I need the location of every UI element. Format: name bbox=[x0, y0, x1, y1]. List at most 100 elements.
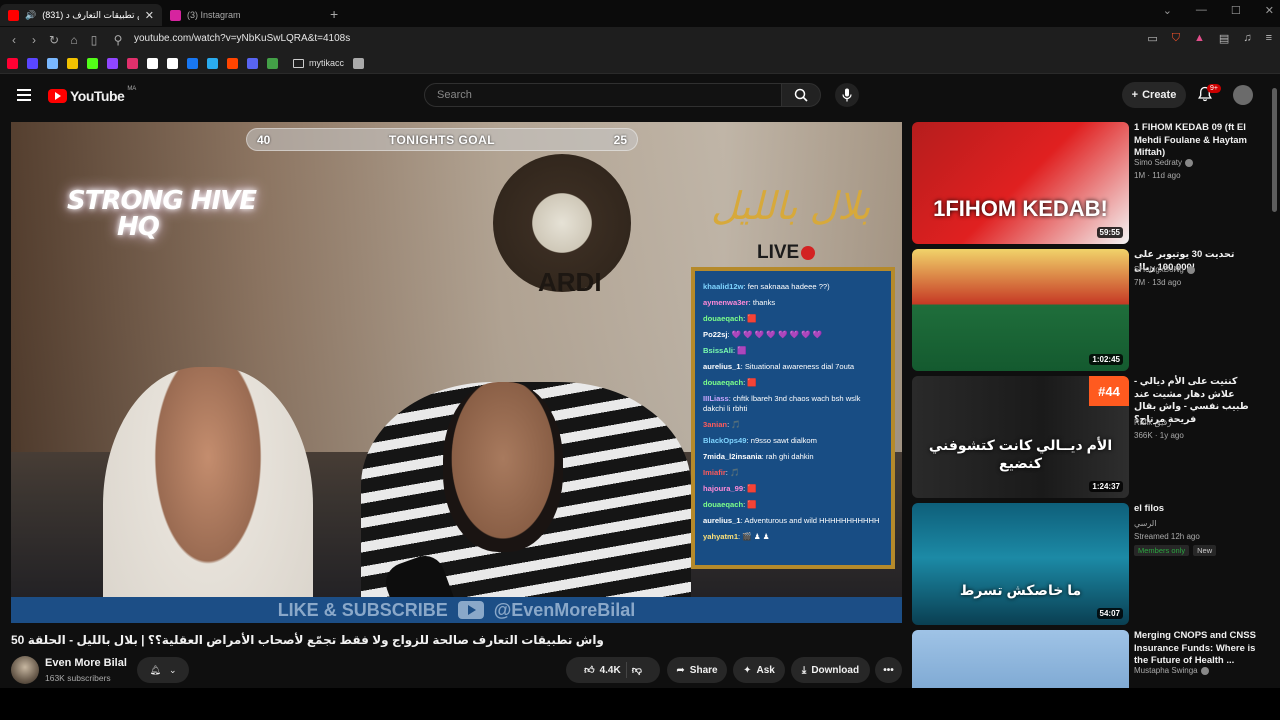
more-actions-button[interactable]: ••• bbox=[875, 657, 902, 683]
bookmark-icon[interactable] bbox=[147, 57, 158, 69]
chat-username: BlackOps49 bbox=[703, 436, 747, 445]
bookmark-icon[interactable] bbox=[107, 57, 118, 69]
youtube-play-icon bbox=[457, 601, 484, 619]
thumbs-up-icon: 👍︎ bbox=[584, 665, 595, 676]
chat-text: 🟥 bbox=[747, 378, 757, 387]
recommended-channel[interactable]: SHoNgxBoNg bbox=[1134, 265, 1195, 274]
video-thumbnail[interactable]: ما خاصكش تسرط 54:07 bbox=[912, 503, 1129, 625]
brave-shield-icon[interactable]: ⛉ bbox=[1172, 32, 1180, 45]
thumbnail-text: ما خاصكش تسرط bbox=[959, 582, 1082, 598]
hamburger-menu-icon[interactable] bbox=[17, 89, 31, 104]
bookmark-icon[interactable] bbox=[227, 57, 238, 69]
download-button[interactable]: ⤓ Download bbox=[791, 657, 870, 683]
create-button[interactable]: + Create bbox=[1122, 82, 1186, 108]
minimize-button[interactable]: — bbox=[1196, 4, 1207, 17]
video-thumbnail[interactable]: 1FIHOM KEDAB! 59:55 bbox=[912, 122, 1129, 244]
bookmark-folder[interactable]: mytikacc bbox=[293, 58, 344, 68]
neon-sign-line1: STRONG HIVE bbox=[67, 186, 257, 216]
chat-text: 💜 💜 💜 💜 💜 💜 💜 💜 bbox=[731, 330, 823, 339]
scrollbar-thumb[interactable] bbox=[1272, 88, 1277, 212]
bookmark-icon[interactable] bbox=[87, 57, 98, 69]
bookmark-icon[interactable] bbox=[187, 57, 198, 69]
speaker-icon[interactable]: 🔊 bbox=[25, 10, 36, 21]
bell-icon: 🔔︎ bbox=[149, 664, 161, 675]
toolbar-icons: ▭ ⛉ ▲ ▤ ♫ ≡ bbox=[1147, 32, 1272, 45]
youtube-logo[interactable]: YouTube MA bbox=[48, 86, 136, 104]
share-button[interactable]: ➦ Share bbox=[667, 657, 727, 683]
sidebar-icon[interactable]: ▤ bbox=[1219, 32, 1229, 45]
recommended-title[interactable]: 1 FIHOM KEDAB 09 (ft El Mehdi Foulane & … bbox=[1134, 122, 1262, 160]
close-tab-icon[interactable]: ✕ bbox=[145, 9, 154, 22]
reload-icon[interactable]: ↻ bbox=[44, 33, 64, 47]
chat-username: douaeqach bbox=[703, 500, 744, 509]
recommended-title[interactable]: el filos bbox=[1134, 503, 1262, 516]
back-icon[interactable]: ‹ bbox=[4, 33, 24, 47]
bookmark-icon[interactable]: ▯ bbox=[84, 33, 104, 47]
account-avatar[interactable] bbox=[1233, 85, 1253, 105]
notifications-dropdown-button[interactable]: 🔔︎ ⌄ bbox=[137, 657, 189, 683]
verified-check-icon bbox=[1200, 666, 1209, 675]
goal-label: TONIGHTS GOAL bbox=[388, 132, 496, 147]
ask-button[interactable]: ✦ Ask bbox=[733, 657, 785, 683]
home-icon[interactable]: ⌂ bbox=[64, 33, 84, 47]
share-icon: ➦ bbox=[676, 664, 685, 676]
maximize-button[interactable]: ☐ bbox=[1231, 4, 1241, 17]
chat-message: Po22sj: 💜 💜 💜 💜 💜 💜 💜 💜 bbox=[703, 330, 883, 340]
tab-search-icon[interactable]: ⌄ bbox=[1163, 4, 1172, 17]
chat-message: IIILiass: chftk lbareh 3nd chaos wach bs… bbox=[703, 394, 883, 414]
bookmark-icon[interactable] bbox=[27, 57, 38, 69]
menu-icon[interactable]: ≡ bbox=[1266, 32, 1272, 45]
recommended-video[interactable]: 1:02:45 تحديت 30 يوتيوبر على 100,000 ريال… bbox=[912, 249, 1272, 371]
recommended-channel[interactable]: Simo Sedraty bbox=[1134, 158, 1194, 167]
channel-avatar[interactable] bbox=[11, 656, 39, 684]
bookmark-icon[interactable] bbox=[67, 57, 78, 69]
bookmark-icon[interactable] bbox=[353, 57, 365, 69]
close-window-button[interactable]: ✕ bbox=[1265, 4, 1274, 17]
video-thumbnail[interactable]: الأم ديــالي كانت كتشوفني كنضيع #44 1:24:3… bbox=[912, 376, 1129, 498]
bookmark-icon[interactable] bbox=[267, 57, 278, 69]
recommended-channel[interactable]: Rafik رفيق bbox=[1134, 418, 1171, 427]
bookmark-icon[interactable] bbox=[7, 57, 18, 69]
search-button[interactable] bbox=[781, 83, 821, 107]
more-horizontal-icon: ••• bbox=[883, 664, 894, 676]
video-thumbnail[interactable]: 1:02:45 bbox=[912, 249, 1129, 371]
site-info-icon[interactable]: ⚲ bbox=[108, 33, 128, 47]
tab-youtube[interactable]: 🔊 (831) واش تطبيقات التعارف د... ✕ bbox=[0, 4, 162, 26]
video-player[interactable]: STRONG HIVE HQ ARDI بلال بالليل LIVE 40 … bbox=[11, 122, 902, 623]
bookmark-icon[interactable] bbox=[167, 57, 178, 69]
url-field[interactable]: youtube.com/watch?v=yNbKuSwLQRA&t=4108s bbox=[134, 33, 350, 44]
media-icon[interactable]: ♫ bbox=[1243, 32, 1251, 45]
recommended-channel[interactable]: Mustapha Swinga bbox=[1134, 666, 1209, 675]
bookmark-icon[interactable] bbox=[247, 57, 258, 69]
voice-search-button[interactable] bbox=[835, 83, 859, 107]
host-left bbox=[103, 367, 313, 623]
bookmark-icon[interactable] bbox=[207, 57, 218, 69]
chat-text: fen saknaaa hadeee ??) bbox=[747, 282, 830, 291]
chat-text: rah ghi dahkin bbox=[765, 452, 814, 461]
episode-badge: #44 bbox=[1089, 376, 1129, 406]
cast-icon[interactable]: ▭ bbox=[1147, 32, 1157, 45]
chat-text: n9sso sawt dialkom bbox=[750, 436, 817, 445]
bookmark-icon[interactable] bbox=[47, 57, 58, 69]
new-tab-button[interactable]: + bbox=[330, 6, 338, 22]
recommended-video[interactable]: ما خاصكش تسرط 54:07 el filos الرسي Streamed … bbox=[912, 503, 1272, 625]
bookmark-icon[interactable] bbox=[127, 57, 138, 69]
video-duration: 1:02:45 bbox=[1089, 354, 1123, 365]
chat-text: 🎵 bbox=[730, 468, 740, 477]
microphone-icon bbox=[842, 88, 852, 102]
tab-instagram[interactable]: (3) Instagram bbox=[162, 4, 322, 26]
channel-name[interactable]: Even More Bilal bbox=[45, 657, 127, 669]
ask-label: Ask bbox=[756, 664, 775, 676]
recommended-channel[interactable]: الرسي bbox=[1134, 519, 1156, 528]
rewards-icon[interactable]: ▲ bbox=[1194, 32, 1205, 45]
like-button[interactable]: 👍︎ 4.4K bbox=[584, 664, 621, 677]
forward-icon[interactable]: › bbox=[24, 33, 44, 47]
dislike-button[interactable]: 👎︎ bbox=[632, 664, 642, 676]
recommended-video[interactable]: 1FIHOM KEDAB! 59:55 1 FIHOM KEDAB 09 (ft E… bbox=[912, 122, 1272, 244]
recommended-title[interactable]: Merging CNOPS and CNSS Insurance Funds: … bbox=[1134, 630, 1262, 668]
recommended-video[interactable]: الأم ديــالي كانت كتشوفني كنضيع #44 1:24:3… bbox=[912, 376, 1272, 498]
recommended-tags: Members only New bbox=[1134, 545, 1220, 556]
download-label: Download bbox=[811, 664, 860, 676]
recommended-meta: 7M · 13d ago bbox=[1134, 278, 1182, 287]
search-input[interactable]: Search bbox=[424, 83, 782, 107]
